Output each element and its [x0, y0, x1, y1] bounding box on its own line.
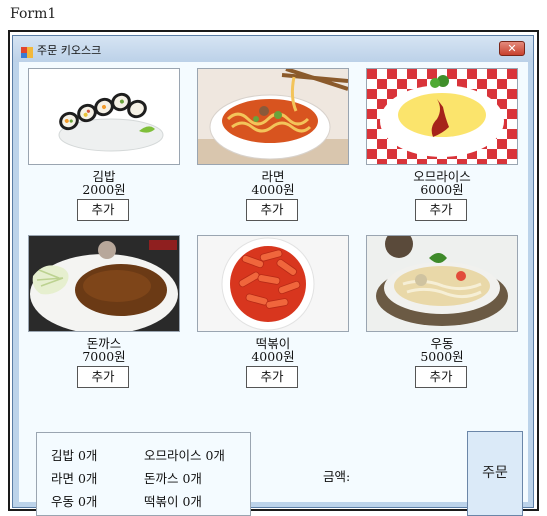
- add-button-tteokbokki[interactable]: 추가: [246, 366, 298, 388]
- food-price-tteokbokki: 4000원: [251, 349, 295, 364]
- add-button-gimbap[interactable]: 추가: [77, 199, 129, 221]
- kiosk-window: 주문 키오스크 ✕ 김밥 2000원 추가 라면 4000원 추가 오므라이스 …: [12, 35, 534, 516]
- app-icon: [21, 43, 33, 58]
- add-button-donkatsu[interactable]: 추가: [77, 366, 129, 388]
- amount-label: 금액:: [323, 469, 351, 484]
- close-icon: ✕: [507, 42, 517, 55]
- form-caption: Form1: [10, 6, 57, 22]
- window-title: 주문 키오스크: [37, 44, 102, 57]
- add-button-udon[interactable]: 추가: [415, 366, 467, 388]
- add-button-omurice[interactable]: 추가: [415, 199, 467, 221]
- client-area: 김밥 2000원 추가 라면 4000원 추가 오므라이스 6000원 추가 돈…: [19, 62, 528, 516]
- summary-udon: 우동 0개: [51, 494, 98, 509]
- food-price-ramen: 4000원: [251, 182, 295, 197]
- omurice-photo: [366, 68, 518, 165]
- food-price-gimbap: 2000원: [82, 182, 126, 197]
- order-button[interactable]: 주문: [467, 431, 523, 516]
- close-button[interactable]: ✕: [499, 41, 525, 56]
- summary-omurice: 오므라이스 0개: [144, 448, 225, 463]
- ramen-photo: [197, 68, 349, 165]
- summary-ramen: 라면 0개: [51, 471, 98, 486]
- summary-gimbap: 김밥 0개: [51, 448, 98, 463]
- tteokbokki-photo: [197, 235, 349, 332]
- gimbap-photo: [28, 68, 180, 165]
- food-price-omurice: 6000원: [420, 182, 464, 197]
- summary-donkatsu: 돈까스 0개: [144, 471, 202, 486]
- summary-tteokbokki: 떡볶이 0개: [144, 494, 202, 509]
- order-summary-box: 김밥 0개 라면 0개 우동 0개 오므라이스 0개 돈까스 0개 떡볶이 0개: [36, 432, 251, 516]
- add-button-ramen[interactable]: 추가: [246, 199, 298, 221]
- udon-photo: [366, 235, 518, 332]
- donkatsu-photo: [28, 235, 180, 332]
- title-bar[interactable]: 주문 키오스크 ✕: [13, 36, 533, 62]
- food-price-donkatsu: 7000원: [82, 349, 126, 364]
- food-price-udon: 5000원: [420, 349, 464, 364]
